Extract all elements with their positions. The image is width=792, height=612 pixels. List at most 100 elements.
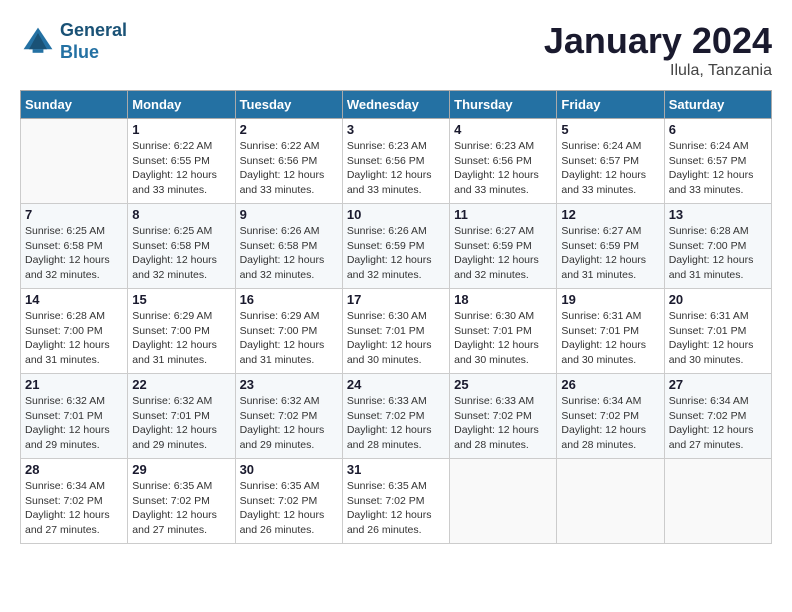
daylight-text: Daylight: 12 hours and 32 minutes. <box>454 253 552 282</box>
calendar-day-cell: 18 Sunrise: 6:30 AMSunset: 7:01 PMDayligh… <box>450 289 557 374</box>
daylight-text: Daylight: 12 hours and 30 minutes. <box>454 338 552 367</box>
day-info: Sunrise: 6:30 AMSunset: 7:01 PMDaylight:… <box>454 309 552 368</box>
daylight-text: Daylight: 12 hours and 27 minutes. <box>25 508 123 537</box>
daylight-text: Daylight: 12 hours and 31 minutes. <box>25 338 123 367</box>
daylight-text: Daylight: 12 hours and 32 minutes. <box>25 253 123 282</box>
calendar-day-cell: 29Sunrise: 6:35 AMSunset: 7:02 PMDayligh… <box>128 459 235 544</box>
daylight-text: Daylight: 12 hours and 29 minutes. <box>25 423 123 452</box>
day-number: 13 <box>669 207 767 222</box>
day-info: Sunrise: 6:29 AMSunset: 7:00 PMDaylight:… <box>240 309 338 368</box>
sunrise-text: Sunrise: 6:26 AM <box>347 224 445 239</box>
sunrise-text: Sunrise: 6:32 AM <box>132 394 230 409</box>
sunrise-text: Sunrise: 6:35 AM <box>132 479 230 494</box>
sunrise-text: Sunrise: 6:22 AM <box>132 139 230 154</box>
daylight-text: Daylight: 12 hours and 28 minutes. <box>561 423 659 452</box>
sunset-text: Sunset: 7:01 PM <box>669 324 767 339</box>
sunrise-text: Sunrise: 6:29 AM <box>132 309 230 324</box>
sunset-text: Sunset: 6:56 PM <box>347 154 445 169</box>
calendar-day-cell: 22Sunrise: 6:32 AMSunset: 7:01 PMDayligh… <box>128 374 235 459</box>
sunrise-text: Sunrise: 6:35 AM <box>240 479 338 494</box>
day-number: 6 <box>669 122 767 137</box>
calendar-day-cell: 19 Sunrise: 6:31 AMSunset: 7:01 PMDayligh… <box>557 289 664 374</box>
daylight-text: Daylight: 12 hours and 33 minutes. <box>669 168 767 197</box>
sunset-text: Sunset: 6:59 PM <box>454 239 552 254</box>
day-number: 1 <box>132 122 230 137</box>
daylight-text: Daylight: 12 hours and 33 minutes. <box>561 168 659 197</box>
daylight-text: Daylight: 12 hours and 33 minutes. <box>132 168 230 197</box>
day-info: Sunrise: 6:28 AMSunset: 7:00 PMDaylight:… <box>669 224 767 283</box>
calendar-day-cell: 31 Sunrise: 6:35 AMSunset: 7:02 PMDayligh… <box>342 459 449 544</box>
day-info: Sunrise: 6:25 AMSunset: 6:58 PMDaylight:… <box>25 224 123 283</box>
day-number: 5 <box>561 122 659 137</box>
calendar-header-row: Sunday Monday Tuesday Wednesday Thursday… <box>21 91 772 119</box>
day-info: Sunrise: 6:23 AMSunset: 6:56 PMDaylight:… <box>454 139 552 198</box>
daylight-text: Daylight: 12 hours and 28 minutes. <box>347 423 445 452</box>
day-info: Sunrise: 6:34 AMSunset: 7:02 PMDaylight:… <box>25 479 123 538</box>
day-number: 7 <box>25 207 123 222</box>
calendar-day-cell: 25Sunrise: 6:33 AMSunset: 7:02 PMDayligh… <box>450 374 557 459</box>
daylight-text: Daylight: 12 hours and 33 minutes. <box>240 168 338 197</box>
calendar-day-cell: 21Sunrise: 6:32 AMSunset: 7:01 PMDayligh… <box>21 374 128 459</box>
sunrise-text: Sunrise: 6:34 AM <box>561 394 659 409</box>
calendar-day-cell: 6 Sunrise: 6:24 AMSunset: 6:57 PMDaylight… <box>664 119 771 204</box>
page-header: General Blue January 2024 Ilula, Tanzani… <box>20 20 772 80</box>
calendar-day-cell: 3Sunrise: 6:23 AMSunset: 6:56 PMDaylight… <box>342 119 449 204</box>
day-info: Sunrise: 6:26 AMSunset: 6:58 PMDaylight:… <box>240 224 338 283</box>
calendar-day-cell: 8Sunrise: 6:25 AMSunset: 6:58 PMDaylight… <box>128 204 235 289</box>
sunrise-text: Sunrise: 6:34 AM <box>25 479 123 494</box>
day-number: 22 <box>132 377 230 392</box>
day-number: 28 <box>25 462 123 477</box>
sunset-text: Sunset: 7:00 PM <box>240 324 338 339</box>
daylight-text: Daylight: 12 hours and 33 minutes. <box>454 168 552 197</box>
day-number: 18 <box>454 292 552 307</box>
calendar-day-cell: 11Sunrise: 6:27 AMSunset: 6:59 PMDayligh… <box>450 204 557 289</box>
day-number: 8 <box>132 207 230 222</box>
col-friday: Friday <box>557 91 664 119</box>
day-info: Sunrise: 6:35 AMSunset: 7:02 PMDaylight:… <box>347 479 445 538</box>
daylight-text: Daylight: 12 hours and 29 minutes. <box>132 423 230 452</box>
day-number: 30 <box>240 462 338 477</box>
day-number: 31 <box>347 462 445 477</box>
day-info: Sunrise: 6:31 AMSunset: 7:01 PMDaylight:… <box>561 309 659 368</box>
calendar-day-cell: 26Sunrise: 6:34 AMSunset: 7:02 PMDayligh… <box>557 374 664 459</box>
day-info: Sunrise: 6:32 AMSunset: 7:02 PMDaylight:… <box>240 394 338 453</box>
sunrise-text: Sunrise: 6:23 AM <box>347 139 445 154</box>
day-info: Sunrise: 6:22 AMSunset: 6:55 PMDaylight:… <box>132 139 230 198</box>
calendar-day-cell: 20Sunrise: 6:31 AMSunset: 7:01 PMDayligh… <box>664 289 771 374</box>
sunset-text: Sunset: 7:00 PM <box>132 324 230 339</box>
day-number: 26 <box>561 377 659 392</box>
sunset-text: Sunset: 7:02 PM <box>454 409 552 424</box>
calendar-day-cell <box>450 459 557 544</box>
sunrise-text: Sunrise: 6:29 AM <box>240 309 338 324</box>
daylight-text: Daylight: 12 hours and 31 minutes. <box>132 338 230 367</box>
calendar-week-row: 1 Sunrise: 6:22 AMSunset: 6:55 PMDaylight… <box>21 119 772 204</box>
daylight-text: Daylight: 12 hours and 30 minutes. <box>669 338 767 367</box>
calendar-day-cell: 17Sunrise: 6:30 AMSunset: 7:01 PMDayligh… <box>342 289 449 374</box>
day-info: Sunrise: 6:34 AMSunset: 7:02 PMDaylight:… <box>669 394 767 453</box>
calendar-day-cell: 1 Sunrise: 6:22 AMSunset: 6:55 PMDaylight… <box>128 119 235 204</box>
calendar-day-cell <box>21 119 128 204</box>
sunset-text: Sunset: 7:00 PM <box>669 239 767 254</box>
sunset-text: Sunset: 6:58 PM <box>25 239 123 254</box>
day-number: 4 <box>454 122 552 137</box>
day-info: Sunrise: 6:29 AMSunset: 7:00 PMDaylight:… <box>132 309 230 368</box>
calendar-week-row: 7 Sunrise: 6:25 AMSunset: 6:58 PMDaylight… <box>21 204 772 289</box>
calendar-day-cell: 16Sunrise: 6:29 AMSunset: 7:00 PMDayligh… <box>235 289 342 374</box>
day-info: Sunrise: 6:22 AMSunset: 6:56 PMDaylight:… <box>240 139 338 198</box>
sunrise-text: Sunrise: 6:30 AM <box>454 309 552 324</box>
sunset-text: Sunset: 6:56 PM <box>454 154 552 169</box>
sunrise-text: Sunrise: 6:31 AM <box>669 309 767 324</box>
calendar-day-cell: 9Sunrise: 6:26 AMSunset: 6:58 PMDaylight… <box>235 204 342 289</box>
day-info: Sunrise: 6:24 AMSunset: 6:57 PMDaylight:… <box>669 139 767 198</box>
col-sunday: Sunday <box>21 91 128 119</box>
col-tuesday: Tuesday <box>235 91 342 119</box>
calendar-day-cell: 2Sunrise: 6:22 AMSunset: 6:56 PMDaylight… <box>235 119 342 204</box>
col-wednesday: Wednesday <box>342 91 449 119</box>
logo-icon <box>20 24 56 60</box>
day-number: 25 <box>454 377 552 392</box>
day-number: 19 <box>561 292 659 307</box>
day-number: 14 <box>25 292 123 307</box>
sunset-text: Sunset: 7:02 PM <box>240 494 338 509</box>
sunset-text: Sunset: 7:02 PM <box>347 494 445 509</box>
sunrise-text: Sunrise: 6:34 AM <box>669 394 767 409</box>
